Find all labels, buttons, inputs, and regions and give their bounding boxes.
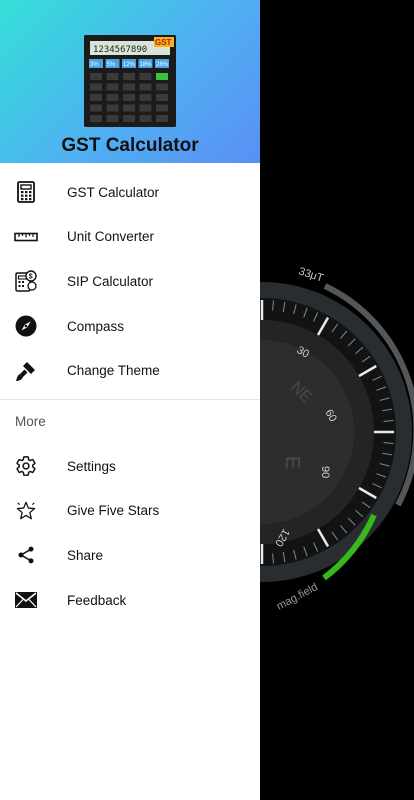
logo-key bbox=[139, 73, 152, 80]
app-logo: 1234567890 GST 3% 5% 12% 18% 28% bbox=[84, 35, 176, 127]
logo-key bbox=[123, 115, 135, 122]
direction-e: E bbox=[281, 456, 303, 469]
svg-text:5%: 5% bbox=[107, 62, 116, 68]
logo-rate-button: 5% bbox=[105, 59, 120, 68]
svg-text:28%: 28% bbox=[156, 62, 169, 68]
paint-brush-icon bbox=[14, 359, 38, 383]
logo-key bbox=[90, 83, 102, 91]
menu-item-share[interactable]: Share bbox=[0, 533, 260, 578]
menu-item-label: Change Theme bbox=[67, 363, 160, 379]
menu-item-label: Give Five Stars bbox=[67, 503, 160, 519]
logo-badge: GST bbox=[155, 38, 172, 47]
logo-key bbox=[156, 94, 168, 101]
ruler-icon bbox=[14, 225, 38, 249]
logo-key bbox=[123, 73, 135, 80]
logo-key bbox=[106, 104, 119, 112]
star-icon bbox=[14, 499, 38, 523]
menu-item-feedback[interactable]: Feedback bbox=[0, 578, 260, 623]
logo-key bbox=[90, 94, 102, 101]
logo-key bbox=[123, 83, 135, 91]
calculator-icon bbox=[14, 180, 38, 204]
field-strength-label: 33μT bbox=[297, 265, 325, 284]
logo-rate-buttons: 3% 5% 12% 18% 28% bbox=[89, 59, 169, 68]
mail-icon bbox=[14, 588, 38, 612]
gear-icon bbox=[14, 454, 38, 478]
logo-key bbox=[90, 104, 102, 112]
menu-item-settings[interactable]: Settings bbox=[0, 444, 260, 489]
menu-item-label: Feedback bbox=[67, 592, 127, 608]
menu-item-sip-calculator[interactable]: $ SIP Calculator bbox=[0, 259, 260, 304]
menu-item-gst-calculator[interactable]: GST Calculator bbox=[0, 170, 260, 215]
logo-key bbox=[156, 73, 168, 80]
svg-text:12%: 12% bbox=[123, 62, 136, 68]
logo-rate-button: 12% bbox=[122, 59, 136, 68]
menu-item-change-theme[interactable]: Change Theme bbox=[0, 348, 260, 393]
section-title-more: More bbox=[15, 413, 46, 429]
logo-key bbox=[123, 104, 135, 112]
navigation-drawer: 1234567890 GST 3% 5% 12% 18% 28% GST Calcula… bbox=[0, 0, 260, 800]
menu-item-label: SIP Calculator bbox=[67, 273, 154, 289]
logo-rate-button: 18% bbox=[138, 59, 153, 68]
main-menu: GST Calculator Unit Converter $ SIP Calc… bbox=[0, 163, 260, 393]
logo-key bbox=[106, 94, 119, 101]
tick-label-90: 90 bbox=[319, 466, 331, 478]
menu-item-compass[interactable]: Compass bbox=[0, 304, 260, 349]
menu-item-label: Unit Converter bbox=[67, 229, 155, 245]
svg-text:$: $ bbox=[29, 274, 33, 281]
menu-item-label: Share bbox=[67, 547, 104, 563]
logo-key bbox=[156, 104, 168, 112]
sip-calculator-icon: $ bbox=[14, 269, 38, 293]
logo-key bbox=[156, 83, 168, 91]
logo-key bbox=[156, 115, 168, 122]
logo-key bbox=[90, 115, 102, 122]
menu-item-label: Compass bbox=[67, 318, 125, 334]
compass-icon bbox=[14, 314, 38, 338]
menu-item-unit-converter[interactable]: Unit Converter bbox=[0, 215, 260, 260]
logo-display-text: 1234567890 bbox=[93, 45, 147, 55]
svg-text:18%: 18% bbox=[140, 62, 153, 68]
logo-key bbox=[139, 104, 152, 112]
logo-key bbox=[139, 94, 152, 101]
logo-key bbox=[139, 115, 152, 122]
menu-item-label: GST Calculator bbox=[67, 184, 160, 200]
logo-key bbox=[106, 73, 119, 80]
logo-rate-button: 3% bbox=[89, 59, 103, 68]
svg-text:3%: 3% bbox=[90, 62, 99, 68]
logo-rate-button: 28% bbox=[155, 59, 169, 68]
share-icon bbox=[14, 543, 38, 567]
app-title: GST Calculator bbox=[61, 135, 199, 156]
menu-item-give-five-stars[interactable]: Give Five Stars bbox=[0, 489, 260, 534]
logo-key bbox=[139, 83, 152, 91]
logo-key bbox=[106, 83, 119, 91]
more-menu: Settings Give Five Stars Share Feedback bbox=[0, 444, 260, 622]
logo-key bbox=[106, 115, 119, 122]
drawer-header: 1234567890 GST 3% 5% 12% 18% 28% GST Calcula… bbox=[0, 0, 260, 163]
menu-item-label: Settings bbox=[67, 458, 116, 474]
mag-field-label: mag.field bbox=[275, 581, 320, 613]
logo-key bbox=[123, 94, 135, 101]
logo-key bbox=[90, 73, 102, 80]
